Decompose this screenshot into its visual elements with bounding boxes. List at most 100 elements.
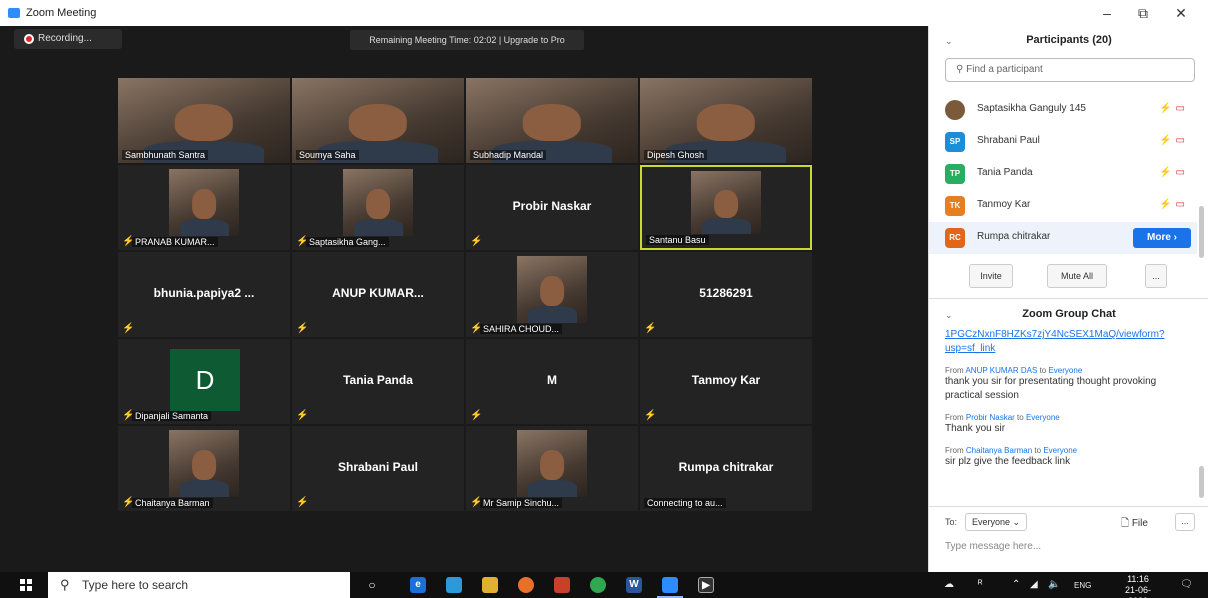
window-titlebar: Zoom Meeting – ⧉ ✕ — [0, 0, 1208, 26]
participant-more-button[interactable]: ... — [1145, 264, 1167, 288]
muted-mic-icon: ⚡ — [122, 410, 135, 421]
participant-row[interactable]: Saptasikha Ganguly 145 ⚡▭ — [929, 94, 1197, 126]
file-label: File — [1131, 518, 1148, 529]
participant-search-placeholder: Find a participant — [966, 64, 1043, 75]
chat-message-text: sir plz give the feedback link — [945, 456, 1071, 467]
participant-row[interactable]: TP Tania Panda ⚡▭ — [929, 158, 1197, 190]
muted-status-icons: ⚡▭ — [1159, 199, 1189, 210]
participant-video — [169, 430, 239, 497]
chat-message-sender: From ANUP KUMAR DAS to Everyone — [945, 366, 1193, 375]
participant-row[interactable]: TK Tanmoy Kar ⚡▭ — [929, 190, 1197, 222]
more-button[interactable]: More › — [1133, 228, 1191, 248]
mute-all-button[interactable]: Mute All — [1047, 264, 1107, 288]
media-app-icon[interactable] — [554, 577, 570, 593]
video-tile[interactable]: ⚡ Mr Samip Sinchu... — [466, 426, 638, 511]
volume-icon[interactable]: 🔈 — [1048, 579, 1060, 590]
task-view-icon[interactable]: ○ — [364, 577, 380, 593]
participant-avatar: TP — [945, 164, 965, 184]
participant-list: Saptasikha Ganguly 145 ⚡▭ SP Shrabani Paul ⚡… — [929, 94, 1197, 254]
video-tile[interactable]: Tanmoy Kar ⚡ — [640, 339, 812, 424]
video-tile[interactable]: Santanu Basu — [640, 165, 812, 250]
participant-avatar: SP — [945, 132, 965, 152]
muted-status-icons: ⚡▭ — [1159, 103, 1189, 114]
participant-name-label: Santanu Basu — [646, 235, 709, 245]
restore-button[interactable]: ⧉ — [1128, 3, 1158, 23]
invite-button[interactable]: Invite — [969, 264, 1013, 288]
muted-mic-icon: ⚡ — [644, 323, 657, 334]
participant-display-name: Rumpa chitrakar — [678, 460, 774, 474]
chrome-icon[interactable] — [590, 577, 606, 593]
muted-mic-icon: ⚡ — [470, 323, 483, 334]
zoom-taskbar-icon[interactable] — [662, 577, 678, 593]
weather-icon[interactable]: ☁ — [944, 579, 954, 590]
chat-message-text: Thank you sir — [945, 423, 1006, 434]
video-tile[interactable]: ⚡ Chaitanya Barman — [118, 426, 290, 511]
window-title: Zoom Meeting — [26, 7, 97, 19]
clock[interactable]: 11:16 21-06-2020 — [1116, 574, 1160, 598]
participant-row[interactable]: SP Shrabani Paul ⚡▭ — [929, 126, 1197, 158]
video-tile[interactable]: Subhadip Mandal — [466, 78, 638, 163]
muted-mic-icon: ⚡ — [470, 410, 483, 421]
participant-name-label: Chaitanya Barman — [132, 498, 213, 508]
chat-recipient-select[interactable]: Everyone ⌄ — [965, 513, 1027, 531]
chat-messages: 1PGCzNxnF8HZKs7zjY4NcSEX1MaQ/viewform?us… — [945, 328, 1193, 469]
participant-name: Shrabani Paul — [977, 135, 1040, 146]
participant-display-name: Probir Naskar — [512, 199, 592, 213]
taskbar-search-input[interactable]: ⚲ Type here to search — [48, 572, 350, 598]
chat-more-button[interactable]: ... — [1175, 513, 1195, 531]
participant-name-label: Connecting to au... — [644, 498, 726, 508]
recording-indicator[interactable]: Recording... — [14, 29, 122, 49]
chat-sender-part: Probir Naskar — [965, 413, 1015, 422]
participant-avatar: D — [170, 349, 240, 411]
video-tile[interactable]: bhunia.papiya2 ... ⚡ — [118, 252, 290, 337]
video-tile[interactable]: ⚡ SAHIRA CHOUD... — [466, 252, 638, 337]
chat-sender-part: to — [1034, 446, 1042, 455]
video-tile[interactable]: Shrabani Paul ⚡ — [292, 426, 464, 511]
video-tile[interactable]: Probir Naskar ⚡ — [466, 165, 638, 250]
minimize-button[interactable]: – — [1092, 3, 1122, 23]
chat-link[interactable]: 1PGCzNxnF8HZKs7zjY4NcSEX1MaQ/viewform?us… — [945, 328, 1193, 356]
video-tile[interactable]: Dipesh Ghosh — [640, 78, 812, 163]
language-indicator[interactable]: ENG — [1074, 581, 1091, 590]
participant-avatar: RC — [945, 228, 965, 248]
video-tile[interactable]: ANUP KUMAR... ⚡ — [292, 252, 464, 337]
participant-name: Saptasikha Ganguly 145 — [977, 103, 1086, 114]
video-tile[interactable]: M ⚡ — [466, 339, 638, 424]
tray-chevron-icon[interactable]: ⌃ — [1012, 579, 1020, 590]
edge-icon[interactable]: e — [410, 577, 426, 593]
video-tile[interactable]: ⚡ Saptasikha Gang... — [292, 165, 464, 250]
participant-video — [517, 256, 587, 323]
participant-row[interactable]: RC Rumpa chitrakar More › — [929, 222, 1197, 254]
chat-scrollbar[interactable] — [1199, 466, 1204, 498]
video-tile[interactable]: 51286291 ⚡ — [640, 252, 812, 337]
firefox-icon[interactable] — [518, 577, 534, 593]
windows-start-icon[interactable] — [20, 579, 32, 591]
taskbar: ⚲ Type here to search ○ e W ▶ ☁ ᴿ ⌃ ◢ 🔈 … — [0, 572, 1208, 598]
participant-search-input[interactable]: ⚲ Find a participant — [945, 58, 1195, 82]
people-icon[interactable] — [446, 577, 462, 593]
video-tile[interactable]: D ⚡ Dipanjali Samanta — [118, 339, 290, 424]
video-tile[interactable]: Tania Panda ⚡ — [292, 339, 464, 424]
file-button[interactable]: 🗋 File — [1121, 516, 1148, 533]
video-editor-icon[interactable]: ▶ — [698, 577, 714, 593]
remaining-time-banner[interactable]: Remaining Meeting Time: 02:02 | Upgrade … — [350, 30, 584, 50]
chat-message-sender: From Chaitanya Barman to Everyone — [945, 446, 1193, 455]
participant-avatar — [945, 100, 965, 120]
notification-icon[interactable]: 🗨 — [1180, 579, 1193, 590]
people-tray-icon[interactable]: ᴿ — [978, 579, 983, 590]
video-tile[interactable]: Rumpa chitrakar Connecting to au... — [640, 426, 812, 511]
word-icon[interactable]: W — [626, 577, 642, 593]
muted-mic-icon: ⚡ — [470, 236, 483, 247]
panel-divider — [929, 298, 1208, 299]
chat-compose: To: Everyone ⌄ 🗋 File ... Type message h… — [929, 506, 1208, 572]
chat-message-input[interactable]: Type message here... — [945, 541, 1041, 552]
video-tile[interactable]: Soumya Saha — [292, 78, 464, 163]
video-tile[interactable]: Sambhunath Santra — [118, 78, 290, 163]
video-tile[interactable]: ⚡ PRANAB KUMAR... — [118, 165, 290, 250]
network-icon[interactable]: ◢ — [1030, 579, 1038, 590]
meeting-area: Recording... Remaining Meeting Time: 02:… — [0, 26, 928, 572]
chat-sender-part: From — [945, 446, 964, 455]
participant-scrollbar[interactable] — [1199, 206, 1204, 258]
close-button[interactable]: ✕ — [1166, 3, 1196, 23]
file-explorer-icon[interactable] — [482, 577, 498, 593]
